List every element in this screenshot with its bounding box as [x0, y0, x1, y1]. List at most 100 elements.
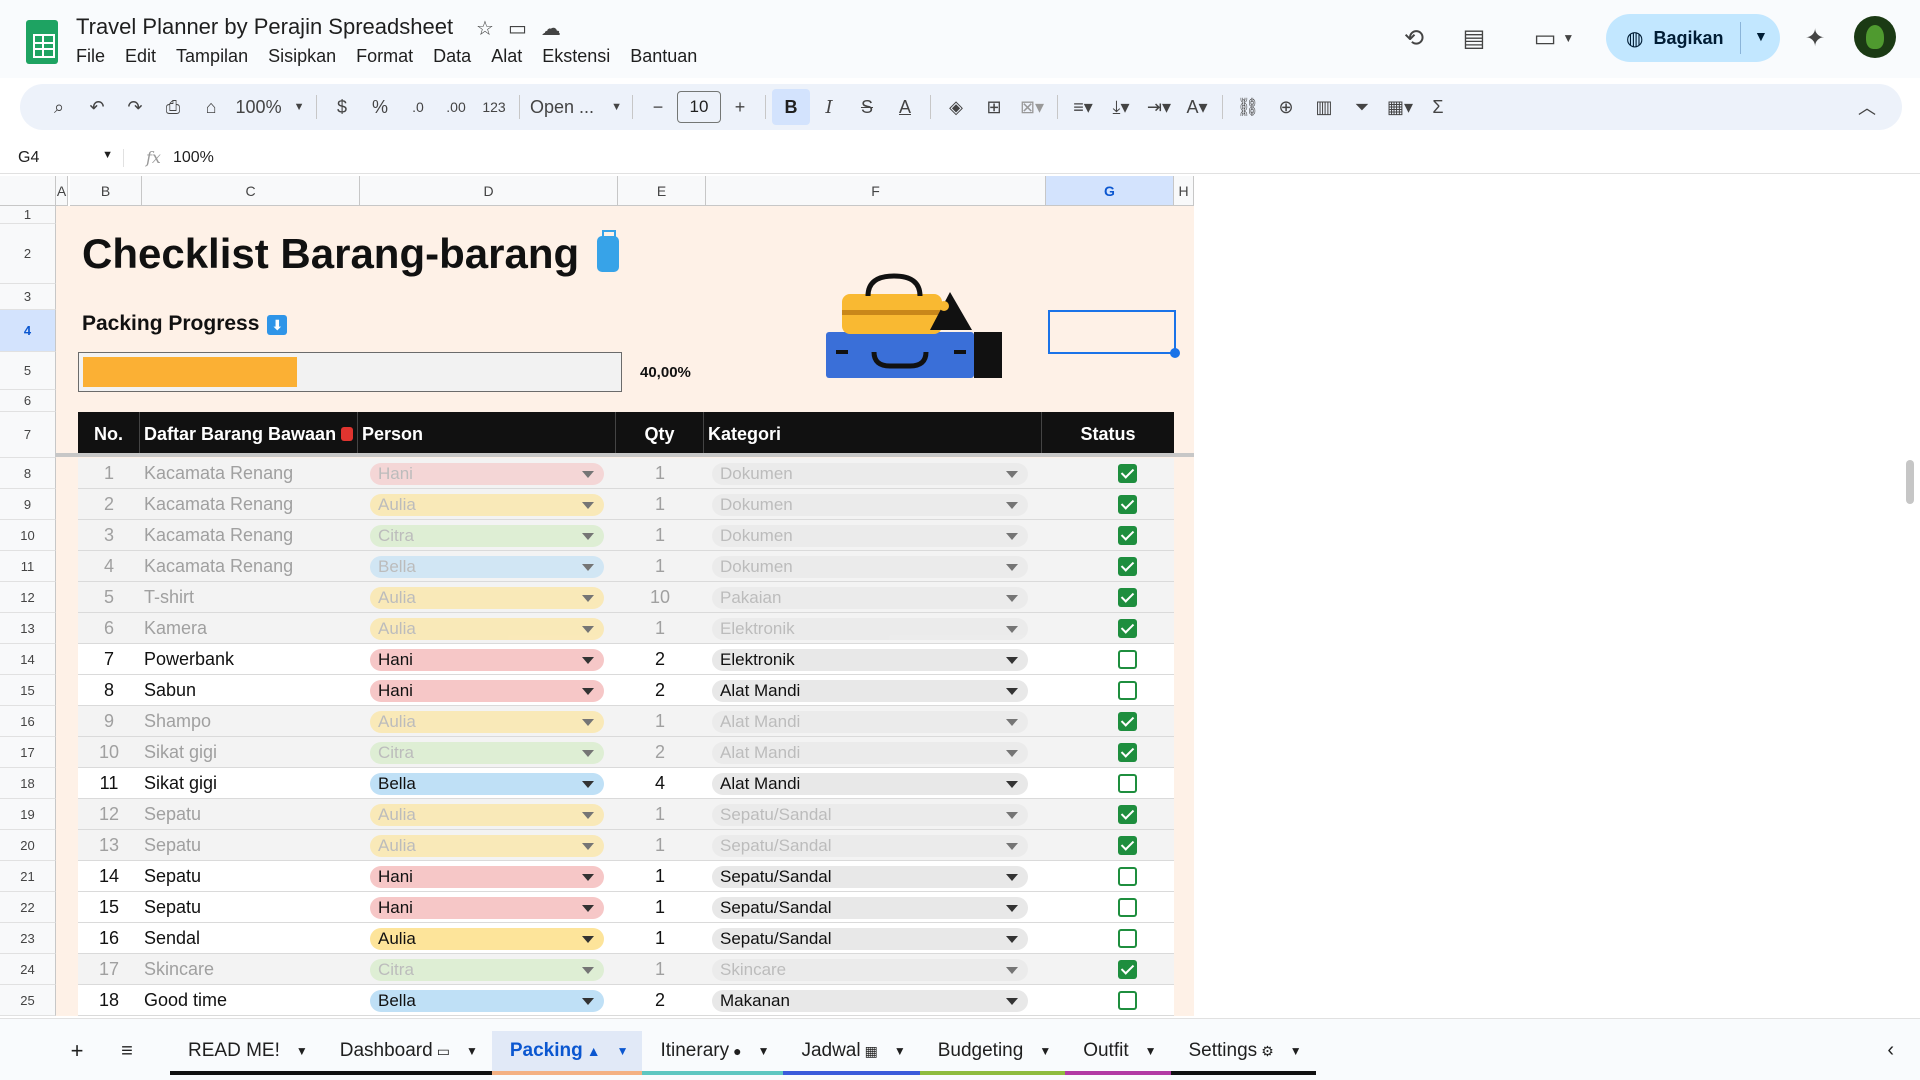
tab-menu-icon[interactable]: ▼: [617, 1044, 629, 1058]
item-qty[interactable]: 1: [616, 954, 704, 985]
column-header-g[interactable]: G: [1046, 176, 1174, 206]
tab-menu-icon[interactable]: ▼: [1145, 1044, 1157, 1058]
status-checkbox[interactable]: [1118, 774, 1137, 793]
vertical-scrollbar[interactable]: [1906, 460, 1914, 504]
menu-item-alat[interactable]: Alat: [491, 46, 522, 67]
search-menus-icon[interactable]: ⌕: [40, 89, 78, 125]
tab-dashboard[interactable]: Dashboard ▭ ▼: [321, 1031, 492, 1075]
history-icon[interactable]: ⟲: [1396, 20, 1432, 56]
person-dropdown[interactable]: Aulia: [370, 711, 604, 733]
status-checkbox[interactable]: [1118, 619, 1137, 638]
item-name[interactable]: Powerbank: [144, 644, 358, 675]
category-dropdown[interactable]: Elektronik: [712, 618, 1028, 640]
item-name[interactable]: Sepatu: [144, 799, 358, 830]
share-button[interactable]: ◍ Bagikan ▼: [1606, 14, 1780, 62]
item-name[interactable]: Sabun: [144, 675, 358, 706]
insert-comment-icon[interactable]: ⊕: [1267, 89, 1305, 125]
menu-item-sisipkan[interactable]: Sisipkan: [268, 46, 336, 67]
status-checkbox[interactable]: [1118, 743, 1137, 762]
row-header-6[interactable]: 6: [0, 390, 56, 412]
fill-color-icon[interactable]: ◈: [937, 89, 975, 125]
add-sheet-icon[interactable]: +: [52, 1038, 102, 1064]
category-dropdown[interactable]: Skincare: [712, 959, 1028, 981]
row-header-1[interactable]: 1: [0, 206, 56, 224]
category-dropdown[interactable]: Alat Mandi: [712, 742, 1028, 764]
row-header-12[interactable]: 12: [0, 582, 56, 613]
item-name[interactable]: Shampo: [144, 706, 358, 737]
item-qty[interactable]: 1: [616, 830, 704, 861]
row-header-2[interactable]: 2: [0, 224, 56, 284]
comments-icon[interactable]: ▤: [1456, 20, 1492, 56]
item-name[interactable]: Skincare: [144, 954, 358, 985]
person-dropdown[interactable]: Hani: [370, 866, 604, 888]
person-dropdown[interactable]: Citra: [370, 525, 604, 547]
row-header-16[interactable]: 16: [0, 706, 56, 737]
column-header-f[interactable]: F: [706, 176, 1046, 206]
person-dropdown[interactable]: Aulia: [370, 835, 604, 857]
category-dropdown[interactable]: Sepatu/Sandal: [712, 835, 1028, 857]
category-dropdown[interactable]: Sepatu/Sandal: [712, 897, 1028, 919]
person-dropdown[interactable]: Hani: [370, 463, 604, 485]
text-rotation-icon[interactable]: A▾: [1178, 89, 1216, 125]
menu-item-ekstensi[interactable]: Ekstensi: [542, 46, 610, 67]
category-dropdown[interactable]: Dokumen: [712, 494, 1028, 516]
category-dropdown[interactable]: Alat Mandi: [712, 680, 1028, 702]
category-dropdown[interactable]: Sepatu/Sandal: [712, 804, 1028, 826]
tab-itinerary[interactable]: Itinerary ● ▼: [642, 1031, 784, 1075]
status-checkbox[interactable]: [1118, 836, 1137, 855]
explore-collapse-icon[interactable]: ‹: [1887, 1039, 1894, 1062]
text-color-button[interactable]: A: [886, 89, 924, 125]
cloud-status-icon[interactable]: ☁: [541, 16, 561, 41]
item-name[interactable]: Sendal: [144, 923, 358, 954]
person-dropdown[interactable]: Aulia: [370, 494, 604, 516]
category-dropdown[interactable]: Alat Mandi: [712, 711, 1028, 733]
select-all-corner[interactable]: [0, 176, 56, 206]
item-qty[interactable]: 1: [616, 799, 704, 830]
meet-icon[interactable]: ▭ ▼: [1526, 20, 1582, 56]
row-header-14[interactable]: 14: [0, 644, 56, 675]
row-header-25[interactable]: 25: [0, 985, 56, 1016]
horizontal-align-icon[interactable]: ≡▾: [1064, 89, 1102, 125]
functions-icon[interactable]: Σ: [1419, 89, 1457, 125]
sheet-grid[interactable]: Checklist Barang-barang Packing Progress…: [56, 206, 1194, 1016]
tab-menu-icon[interactable]: ▼: [1290, 1044, 1302, 1058]
column-header-h[interactable]: H: [1174, 176, 1194, 206]
tab-menu-icon[interactable]: ▼: [758, 1044, 770, 1058]
category-dropdown[interactable]: Makanan: [712, 990, 1028, 1012]
percent-button[interactable]: %: [361, 89, 399, 125]
filter-views-icon[interactable]: ▦▾: [1381, 89, 1419, 125]
number-format-button[interactable]: 123: [475, 89, 513, 125]
category-dropdown[interactable]: Dokumen: [712, 525, 1028, 547]
item-qty[interactable]: 1: [616, 458, 704, 489]
category-dropdown[interactable]: Dokumen: [712, 556, 1028, 578]
tab-budgeting[interactable]: Budgeting ▼: [919, 1031, 1066, 1075]
status-checkbox[interactable]: [1118, 960, 1137, 979]
row-header-9[interactable]: 9: [0, 489, 56, 520]
column-header-d[interactable]: D: [360, 176, 618, 206]
column-header-a[interactable]: A: [56, 176, 68, 206]
status-checkbox[interactable]: [1118, 650, 1137, 669]
item-qty[interactable]: 4: [616, 768, 704, 799]
move-folder-icon[interactable]: ▭: [508, 16, 527, 41]
vertical-align-icon[interactable]: ⤓▾: [1102, 89, 1140, 125]
frozen-rows-divider[interactable]: [56, 453, 1194, 457]
status-checkbox[interactable]: [1118, 867, 1137, 886]
category-dropdown[interactable]: Sepatu/Sandal: [712, 928, 1028, 950]
row-header-3[interactable]: 3: [0, 284, 56, 310]
menu-item-edit[interactable]: Edit: [125, 46, 156, 67]
item-name[interactable]: Kamera: [144, 613, 358, 644]
item-qty[interactable]: 2: [616, 644, 704, 675]
item-name[interactable]: Kacamata Renang: [144, 520, 358, 551]
status-checkbox[interactable]: [1118, 805, 1137, 824]
menu-item-tampilan[interactable]: Tampilan: [176, 46, 248, 67]
avatar[interactable]: [1854, 16, 1896, 58]
item-qty[interactable]: 10: [616, 582, 704, 613]
gemini-icon[interactable]: ✦: [1797, 20, 1833, 56]
status-checkbox[interactable]: [1118, 712, 1137, 731]
column-header-c[interactable]: C: [142, 176, 360, 206]
tab-menu-icon[interactable]: ▼: [466, 1044, 478, 1058]
row-header-10[interactable]: 10: [0, 520, 56, 551]
tab-menu-icon[interactable]: ▼: [1039, 1044, 1051, 1058]
item-qty[interactable]: 1: [616, 861, 704, 892]
star-icon[interactable]: ☆: [476, 16, 494, 41]
